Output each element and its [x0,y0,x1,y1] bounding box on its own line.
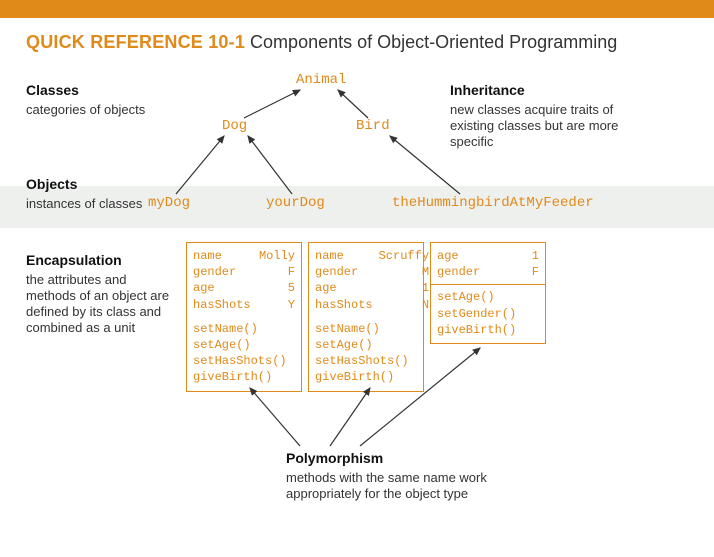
method: setHasShots() [315,353,417,369]
attr-key: gender [193,264,252,280]
object-mydog: myDog [148,195,190,211]
method: giveBirth() [193,369,295,385]
attr-key: gender [315,264,373,280]
box-yourdog: nameScruffy genderM age1 hasShotsN setNa… [308,242,424,392]
attr-val: Y [252,297,295,313]
method: giveBirth() [437,322,539,338]
label-encapsulation: Encapsulation the attributes and methods… [26,252,176,337]
attr-val: 5 [252,280,295,296]
attr-val: Scruffy [373,248,429,264]
attr-key: name [193,248,252,264]
class-bird: Bird [356,118,390,134]
attr-key: age [193,280,252,296]
attr-key: gender [437,264,515,280]
attr-val: 1 [515,248,539,264]
label-objects: Objects instances of classes [26,176,146,212]
label-encapsulation-body: the attributes and methods of an object … [26,272,176,337]
attr-val: N [373,297,429,313]
arrow-poly-to-box2 [330,388,370,446]
method: setName() [193,321,295,337]
method: setAge() [315,337,417,353]
box-hummingbird: age1 genderF setAge() setGender() giveBi… [430,242,546,344]
method: setHasShots() [193,353,295,369]
orange-top-bar [0,0,714,18]
method: setAge() [193,337,295,353]
attr-val: F [252,264,295,280]
object-hummingbird: theHummingbirdAtMyFeeder [392,195,594,211]
attr-val: Molly [252,248,295,264]
label-inheritance-body: new classes acquire traits of existing c… [450,102,660,151]
title-row: QUICK REFERENCE 10-1 Components of Objec… [26,32,688,53]
label-classes: Classes categories of objects [26,82,146,118]
method: setGender() [437,306,539,322]
arrow-dog-to-animal [244,90,300,118]
attr-key: hasShots [315,297,373,313]
label-inheritance: Inheritance new classes acquire traits o… [450,82,660,150]
label-encapsulation-head: Encapsulation [26,252,176,270]
method: giveBirth() [315,369,417,385]
box-mydog: nameMolly genderF age5 hasShotsY setName… [186,242,302,392]
attr-val: 1 [373,280,429,296]
attr-key: age [437,248,515,264]
attr-key: hasShots [193,297,252,313]
method: setName() [315,321,417,337]
label-classes-body: categories of objects [26,102,146,118]
label-polymorphism-body: methods with the same name work appropri… [286,470,546,503]
attr-key: name [315,248,373,264]
label-polymorphism-head: Polymorphism [286,450,546,468]
class-animal: Animal [296,72,346,88]
label-polymorphism: Polymorphism methods with the same name … [286,450,546,502]
label-objects-head: Objects [26,176,146,194]
attr-val: F [515,264,539,280]
label-classes-head: Classes [26,82,146,100]
divider [431,284,545,285]
diagram-content: QUICK REFERENCE 10-1 Components of Objec… [0,18,714,73]
label-objects-body: instances of classes [26,196,146,212]
class-dog: Dog [222,118,247,134]
arrow-bird-to-animal [338,90,368,118]
object-yourdog: yourDog [266,195,325,211]
title-text: Components of Object-Oriented Programmin… [245,32,617,52]
attr-key: age [315,280,373,296]
method: setAge() [437,289,539,305]
label-inheritance-head: Inheritance [450,82,660,100]
title-reference: QUICK REFERENCE 10-1 [26,32,245,52]
attr-val: M [373,264,429,280]
arrow-poly-to-box1 [250,388,300,446]
